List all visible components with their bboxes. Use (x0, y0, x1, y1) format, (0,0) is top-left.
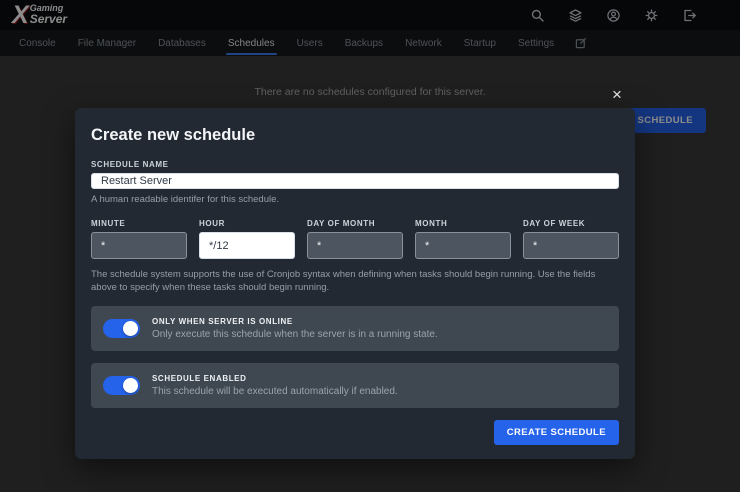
cron-field-hour: HOUR (199, 219, 295, 259)
schedule-enabled-row: SCHEDULE ENABLED This schedule will be e… (91, 363, 619, 408)
day-of-week-input[interactable] (523, 232, 619, 259)
schedule-name-input[interactable] (91, 173, 619, 189)
schedule-enabled-text: SCHEDULE ENABLED This schedule will be e… (152, 374, 398, 397)
only-when-online-toggle[interactable] (103, 319, 140, 338)
only-when-online-label: ONLY WHEN SERVER IS ONLINE (152, 317, 438, 326)
schedule-name-help: A human readable identifer for this sche… (91, 194, 619, 207)
schedule-enabled-label: SCHEDULE ENABLED (152, 374, 398, 383)
schedule-name-label: SCHEDULE NAME (91, 160, 619, 169)
month-input[interactable] (415, 232, 511, 259)
toggle-knob (123, 378, 138, 393)
hour-label: HOUR (199, 219, 295, 228)
day-of-month-input[interactable] (307, 232, 403, 259)
cron-field-day-of-week: DAY OF WEEK (523, 219, 619, 259)
minute-input[interactable] (91, 232, 187, 259)
only-when-online-text: ONLY WHEN SERVER IS ONLINE Only execute … (152, 317, 438, 340)
modal-footer: CREATE SCHEDULE (91, 420, 619, 445)
month-label: MONTH (415, 219, 511, 228)
cron-help-text: The schedule system supports the use of … (91, 269, 611, 295)
cron-field-minute: MINUTE (91, 219, 187, 259)
toggle-knob (123, 321, 138, 336)
schedule-enabled-description: This schedule will be executed automatic… (152, 386, 398, 397)
only-when-online-row: ONLY WHEN SERVER IS ONLINE Only execute … (91, 306, 619, 351)
cron-fields-row: MINUTE HOUR DAY OF MONTH MONTH DAY OF WE… (91, 219, 619, 259)
app-screen: X Gaming Server (0, 0, 740, 492)
day-of-month-label: DAY OF MONTH (307, 219, 403, 228)
submit-create-schedule-button[interactable]: CREATE SCHEDULE (494, 420, 619, 445)
day-of-week-label: DAY OF WEEK (523, 219, 619, 228)
only-when-online-description: Only execute this schedule when the serv… (152, 329, 438, 340)
schedule-enabled-toggle[interactable] (103, 376, 140, 395)
create-schedule-modal: Create new schedule SCHEDULE NAME A huma… (75, 108, 635, 459)
minute-label: MINUTE (91, 219, 187, 228)
hour-input[interactable] (199, 232, 295, 259)
cron-field-day-of-month: DAY OF MONTH (307, 219, 403, 259)
modal-title: Create new schedule (91, 126, 619, 145)
cron-field-month: MONTH (415, 219, 511, 259)
close-icon[interactable]: × (612, 86, 622, 103)
